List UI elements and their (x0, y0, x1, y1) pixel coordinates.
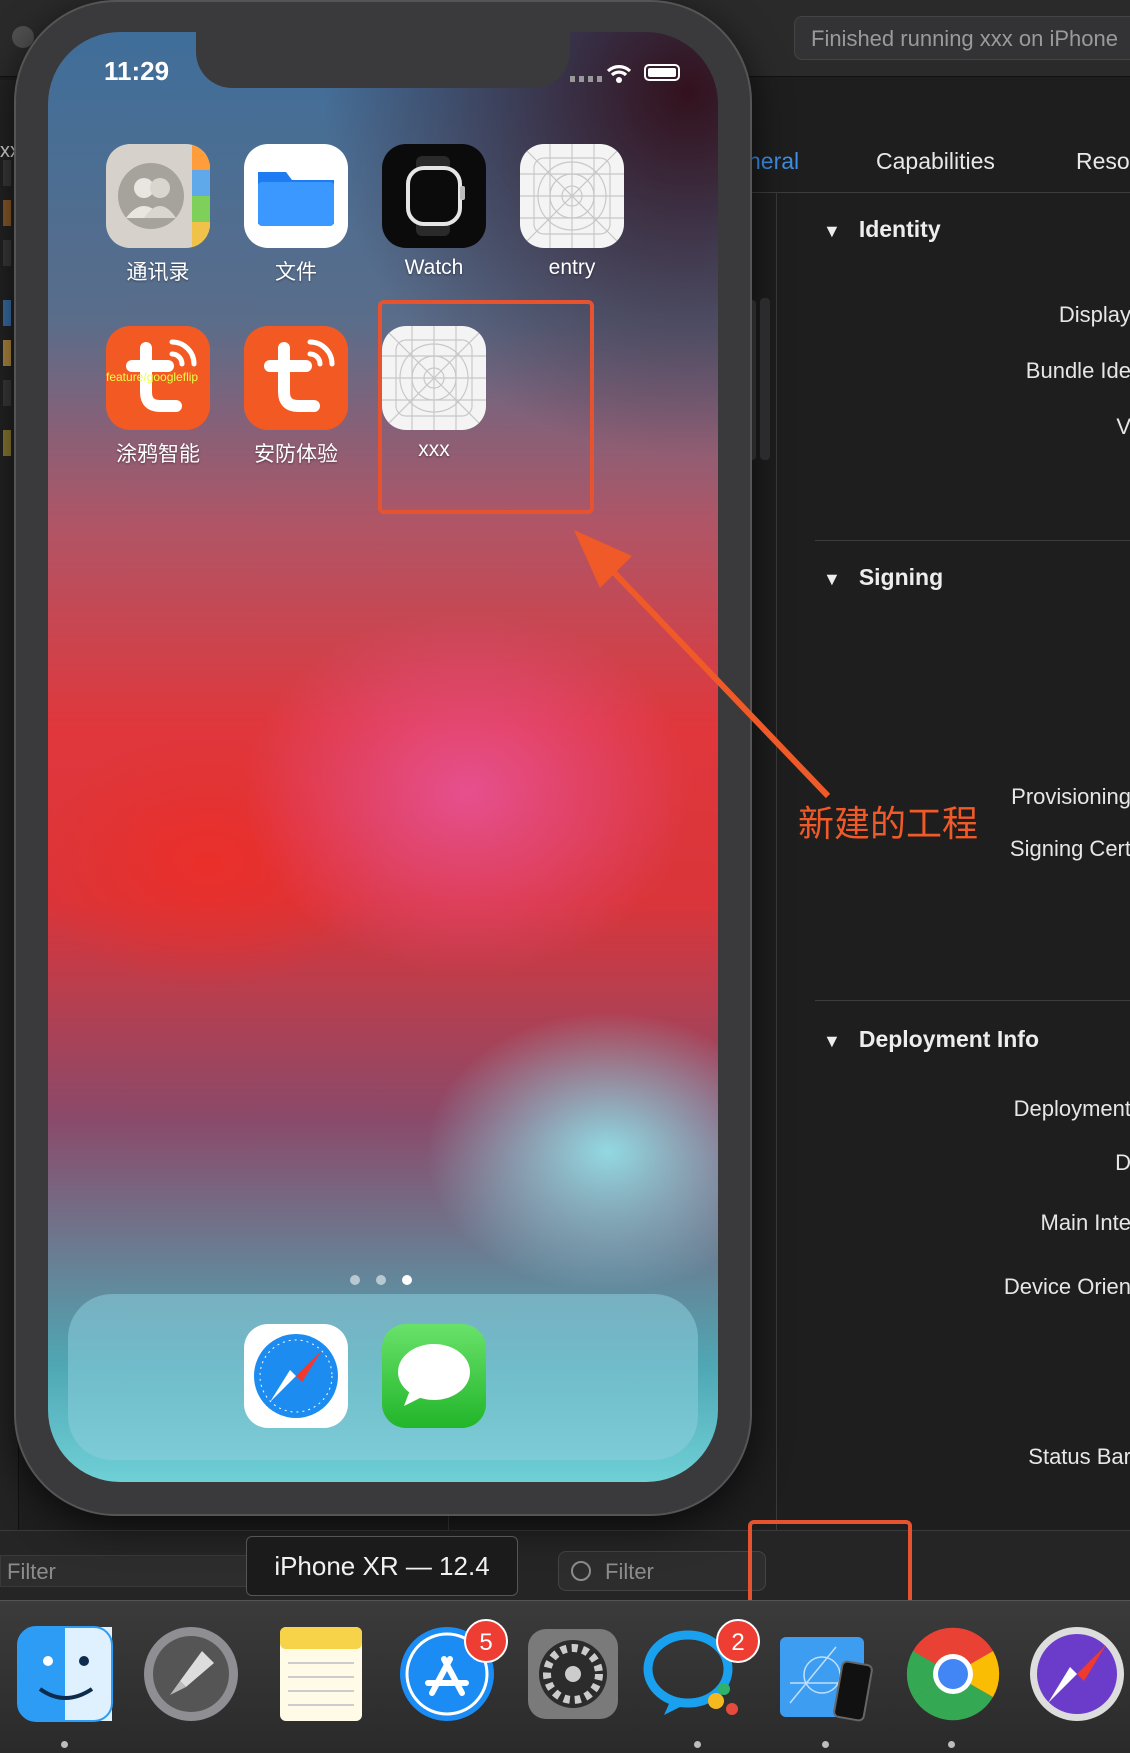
status-bar-time: 11:29 (104, 56, 169, 87)
chat-icon[interactable]: 2 (642, 1623, 744, 1725)
placeholder-app-icon (520, 144, 624, 248)
tuya-icon: feature/googleflip (106, 326, 210, 430)
notification-badge: 5 (464, 1619, 508, 1663)
app-entry[interactable]: entry (520, 144, 624, 280)
app-label: 通讯录 (106, 256, 210, 286)
macos-dock: 5 2 (0, 1600, 1130, 1753)
section-divider (815, 1000, 1130, 1001)
side-button (760, 298, 770, 460)
battery-icon (644, 64, 680, 81)
device-orientation-label: Device Orien (1004, 1274, 1130, 1300)
contacts-icon (106, 144, 210, 248)
finder-icon[interactable] (14, 1623, 116, 1725)
variables-filter-field[interactable]: Filter (558, 1551, 766, 1591)
page-indicator[interactable] (350, 1272, 430, 1284)
activity-status-field: Finished running xxx on iPhone (794, 16, 1130, 60)
debug-filter-bar: Filter Filter (0, 1530, 1130, 1601)
navigator-item[interactable] (3, 240, 11, 266)
page-dot (376, 1275, 386, 1285)
target-settings-panel: ▼ Identity Display Bundle Ide V ▼ Signing … (776, 192, 1130, 1592)
xcode-simulator-icon[interactable] (776, 1623, 878, 1725)
tab-capabilities[interactable]: Capabilities (876, 148, 995, 175)
watch-icon (382, 144, 486, 248)
notification-badge: 2 (716, 1619, 760, 1663)
navigator-item[interactable] (3, 160, 11, 186)
editor-tab-bar: neral Capabilities Reso (740, 130, 1130, 193)
navigator-item[interactable] (3, 380, 11, 406)
navigator-item[interactable] (3, 430, 11, 456)
files-icon (244, 144, 348, 248)
wifi-icon (606, 62, 632, 88)
launchpad-icon[interactable] (140, 1623, 242, 1725)
cellular-signal-icon (570, 76, 604, 82)
version-label: V (1116, 414, 1130, 440)
chrome-icon[interactable] (902, 1623, 1004, 1725)
provisioning-profile-label: Provisioning (1011, 784, 1130, 810)
navigator-item[interactable] (3, 200, 11, 226)
app-label: 安防体验 (244, 438, 348, 468)
navigator-item[interactable] (3, 300, 11, 326)
annotation-label: 新建的工程 (798, 795, 978, 847)
console-filter-field[interactable]: Filter (0, 1555, 250, 1587)
display-name-label: Display (1059, 302, 1130, 328)
main-interface-label: Main Inte (1041, 1210, 1130, 1236)
app-tuya[interactable]: feature/googleflip 涂鸦智能 (106, 326, 210, 468)
notch (196, 32, 570, 88)
running-indicator (948, 1741, 955, 1748)
deployment-info-section-title: Deployment Info (859, 1026, 1039, 1052)
build-overlay-label: feature/googleflip (106, 370, 198, 384)
running-indicator (61, 1741, 68, 1748)
app-label: Watch (382, 256, 486, 280)
signing-section-header[interactable]: ▼ Signing (823, 564, 943, 591)
tuya-security-icon (244, 326, 348, 430)
signing-certificate-label: Signing Cert (1010, 836, 1130, 862)
section-divider (815, 540, 1130, 541)
page-dot (350, 1275, 360, 1285)
safari-icon[interactable] (244, 1324, 348, 1428)
bundle-identifier-label: Bundle Ide (1026, 358, 1130, 384)
disclosure-triangle-icon[interactable]: ▼ (823, 221, 841, 242)
tab-resource-tags[interactable]: Reso (1076, 148, 1130, 175)
running-indicator (694, 1741, 701, 1748)
app-label: 文件 (244, 256, 348, 286)
filter-icon (571, 1561, 591, 1581)
disclosure-triangle-icon[interactable]: ▼ (823, 569, 841, 590)
status-bar-style-label: Status Bar (1028, 1444, 1130, 1470)
highlight-new-project-box (378, 300, 594, 514)
tab-general[interactable]: neral (748, 148, 799, 175)
simulator-device-label: iPhone XR — 12.4 (246, 1536, 518, 1596)
app-watch[interactable]: Watch (382, 144, 486, 280)
disclosure-triangle-icon[interactable]: ▼ (823, 1031, 841, 1052)
navigator-item[interactable] (3, 340, 11, 366)
variables-filter-placeholder: Filter (605, 1559, 654, 1584)
app-label: 涂鸦智能 (106, 438, 210, 468)
deployment-target-label: Deployment (1014, 1096, 1130, 1122)
signing-section-title: Signing (859, 564, 943, 590)
safari-technology-preview-icon[interactable] (1026, 1623, 1128, 1725)
identity-section-header[interactable]: ▼ Identity (823, 216, 941, 243)
window-control-dot[interactable] (12, 26, 34, 48)
messages-icon[interactable] (382, 1324, 486, 1428)
devices-label: D (1115, 1150, 1130, 1176)
system-preferences-icon[interactable] (522, 1623, 624, 1725)
notes-icon[interactable] (270, 1623, 372, 1725)
deployment-info-section-header[interactable]: ▼ Deployment Info (823, 1026, 1039, 1053)
simulator-screen[interactable]: 11:29 通讯录 (48, 32, 718, 1482)
app-files[interactable]: 文件 (244, 144, 348, 286)
page-dot-active (402, 1275, 412, 1285)
app-store-icon[interactable]: 5 (396, 1623, 498, 1725)
running-indicator (822, 1741, 829, 1748)
iphone-simulator-frame: 11:29 通讯录 (16, 2, 750, 1514)
ios-dock (68, 1294, 698, 1460)
app-label: entry (520, 256, 624, 280)
app-contacts[interactable]: 通讯录 (106, 144, 210, 286)
app-tuya-security[interactable]: 安防体验 (244, 326, 348, 468)
identity-section-title: Identity (859, 216, 941, 242)
